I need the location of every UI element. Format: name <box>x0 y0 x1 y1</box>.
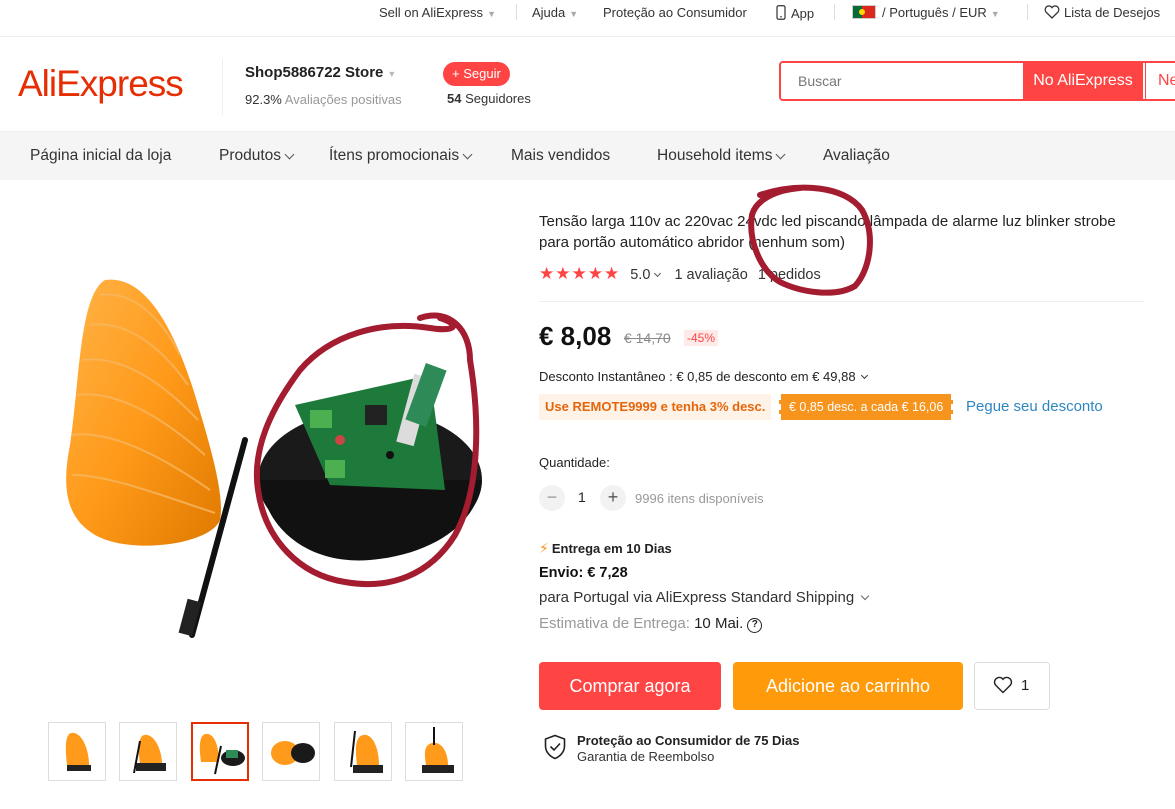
nav-home[interactable]: Página inicial da loja <box>30 147 171 165</box>
reviews-link[interactable]: 1 avaliação <box>674 267 747 283</box>
thumbnail[interactable] <box>119 722 177 781</box>
help-icon[interactable]: ? <box>747 618 763 633</box>
followers-count: 54 Seguidores <box>447 91 531 106</box>
divider <box>516 4 517 20</box>
chevron-down-icon <box>462 149 473 160</box>
buy-now-button[interactable]: Comprar agora <box>539 662 721 710</box>
quantity-label: Quantidade: <box>539 455 610 470</box>
shipping-method-selector[interactable]: para Portugal via AliExpress Standard Sh… <box>539 589 870 606</box>
thumbnail[interactable] <box>405 722 463 781</box>
divider <box>539 301 1144 302</box>
consumer-protection-link[interactable]: Proteção ao Consumidor <box>603 5 747 20</box>
caret-down-icon: ▼ <box>990 9 1000 19</box>
divider <box>834 4 835 20</box>
fast-delivery-icon: ⚡ <box>539 540 549 556</box>
product-title: Tensão larga 110v ac 220vac 24vdc led pi… <box>539 213 1116 251</box>
rating-value[interactable]: 5.0 <box>630 267 662 283</box>
divider <box>222 59 223 115</box>
caret-down-icon: ▼ <box>487 9 496 19</box>
heart-icon <box>1044 5 1060 19</box>
search-store-button[interactable]: Ne <box>1145 63 1175 99</box>
chevron-down-icon <box>776 149 786 160</box>
original-price: € 14,70 <box>624 330 671 346</box>
orders-count: 1 pedidos <box>757 267 821 283</box>
nav-household[interactable]: Household items <box>657 147 786 165</box>
divider <box>1027 4 1028 20</box>
sell-on-aliexpress-link[interactable]: Sell on AliExpress ▼ <box>379 5 496 20</box>
caret-down-icon: ▼ <box>387 69 397 79</box>
quantity-value[interactable]: 1 <box>578 489 586 505</box>
store-header: AliExpress Shop5886722 Store ▼ 92.3% Aval… <box>0 36 1175 132</box>
follow-button[interactable]: + Seguir <box>443 62 510 86</box>
nav-promotions[interactable]: Ítens promocionais <box>329 147 473 165</box>
instant-discount[interactable]: Desconto Instantâneo : € 0,85 de descont… <box>539 369 868 384</box>
rating-stars: ★★★★★ <box>539 264 621 283</box>
thumbnail[interactable] <box>48 722 106 781</box>
chevron-down-icon <box>860 591 870 601</box>
chevron-down-icon <box>284 149 295 160</box>
delivery-estimate: Estimativa de Entrega: 10 Mai.? <box>539 615 763 633</box>
search-bar: No AliExpress Ne <box>779 61 1175 101</box>
thumbnail[interactable] <box>262 722 320 781</box>
add-to-cart-button[interactable]: Adicione ao carrinho <box>733 662 963 710</box>
help-link[interactable]: Ajuda ▼ <box>532 5 578 20</box>
store-name[interactable]: Shop5886722 Store ▼ <box>245 64 396 81</box>
heart-icon <box>993 676 1013 694</box>
store-nav: Página inicial da loja Produtos Ítens pr… <box>0 132 1175 180</box>
coupon-code-badge[interactable]: Use REMOTE9999 e tenha 3% desc. <box>539 394 772 420</box>
chevron-down-icon <box>654 269 662 278</box>
caret-down-icon: ▼ <box>569 9 579 19</box>
discount-badge: -45% <box>684 330 719 346</box>
shield-check-icon <box>544 734 566 760</box>
search-aliexpress-button[interactable]: No AliExpress <box>1023 63 1143 99</box>
thumbnail-active[interactable] <box>191 722 249 781</box>
thumbnail[interactable] <box>334 722 392 781</box>
quantity-plus-button[interactable]: + <box>600 485 626 511</box>
phone-icon <box>776 5 786 20</box>
delivery-badge: ⚡ Entrega em 10 Dias <box>539 540 672 556</box>
protection-subtitle: Garantia de Reembolso <box>577 749 715 764</box>
rating-row: ★★★★★ 5.0 1 avaliação 1 pedidos <box>539 264 821 284</box>
get-discount-link[interactable]: Pegue seu desconto <box>966 398 1103 415</box>
wishlist-link[interactable]: Lista de Desejos <box>1044 5 1160 20</box>
store-rating: 92.3% Avaliações positivas <box>245 92 402 107</box>
wishlist-button[interactable]: 1 <box>974 662 1050 710</box>
language-currency-selector[interactable]: / Português / EUR ▼ <box>852 5 1000 20</box>
aliexpress-logo[interactable]: AliExpress <box>18 63 184 105</box>
nav-products[interactable]: Produtos <box>219 147 295 165</box>
available-stock: 9996 itens disponíveis <box>635 491 764 506</box>
quantity-minus-button[interactable]: − <box>539 485 565 511</box>
search-input[interactable] <box>781 63 1023 99</box>
top-bar: Sell on AliExpress ▼ Ajuda ▼ Proteção ao C… <box>0 0 1175 26</box>
nav-reviews[interactable]: Avaliação <box>823 147 890 165</box>
current-price: € 8,08 <box>539 321 612 351</box>
shipping-cost: Envio: € 7,28 <box>539 565 628 581</box>
chevron-down-icon <box>860 371 868 380</box>
product-main-image[interactable] <box>10 255 500 675</box>
portugal-flag-icon <box>852 5 876 19</box>
protection-title: Proteção ao Consumidor de 75 Dias <box>577 733 800 748</box>
store-coupon-badge[interactable]: € 0,85 desc. a cada € 16,06 <box>779 394 954 420</box>
nav-best-sellers[interactable]: Mais vendidos <box>511 147 610 165</box>
app-link[interactable]: App <box>776 5 814 21</box>
